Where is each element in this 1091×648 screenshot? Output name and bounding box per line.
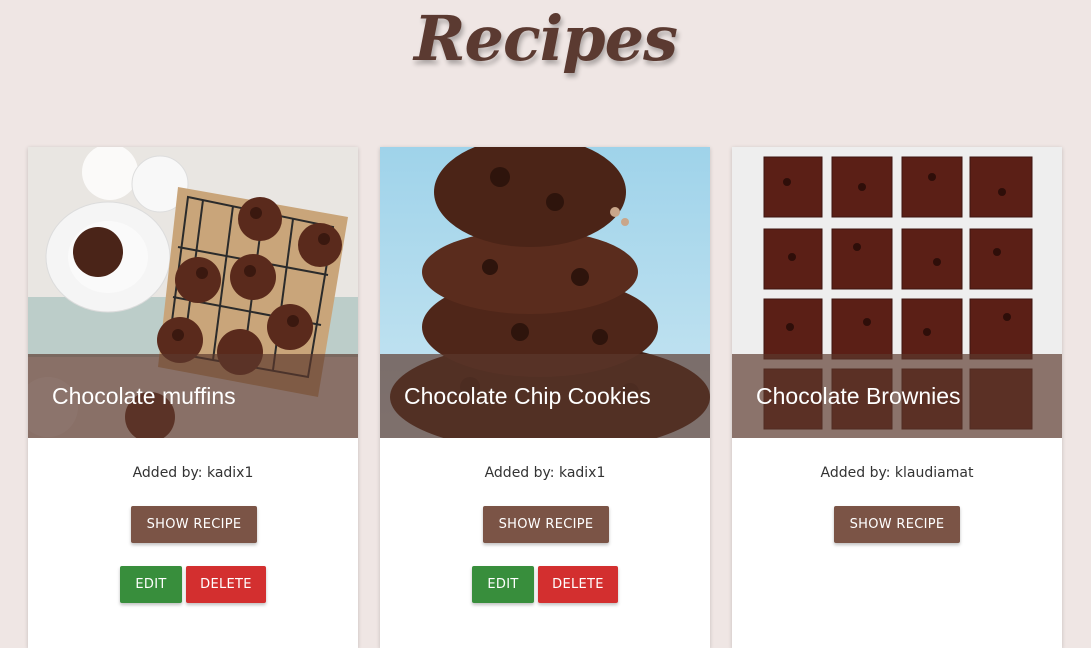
- recipe-title: Chocolate Chip Cookies: [404, 383, 651, 409]
- added-by-text: Added by: kadix1: [484, 465, 606, 481]
- show-recipe-button[interactable]: SHOW RECIPE: [834, 506, 960, 543]
- recipe-card: Chocolate Chip Cookies Added by: kadix1 …: [380, 147, 710, 648]
- recipe-title: Chocolate Brownies: [756, 383, 961, 409]
- recipe-image: Chocolate Chip Cookies: [380, 147, 710, 438]
- show-recipe-button[interactable]: SHOW RECIPE: [483, 506, 609, 543]
- recipe-image: Chocolate muffins: [28, 147, 358, 438]
- added-by-text: Added by: klaudiamat: [820, 465, 974, 481]
- delete-button[interactable]: DELETE: [538, 566, 618, 603]
- show-recipe-button[interactable]: SHOW RECIPE: [131, 506, 257, 543]
- recipe-title: Chocolate muffins: [52, 383, 236, 409]
- added-by-text: Added by: kadix1: [132, 465, 254, 481]
- delete-button[interactable]: DELETE: [186, 566, 266, 603]
- page-title: Recipes: [414, 2, 678, 75]
- recipe-card: Chocolate muffins Added by: kadix1 SHOW …: [28, 147, 358, 648]
- edit-button[interactable]: EDIT: [120, 566, 182, 603]
- recipe-card: Chocolate Brownies Added by: klaudiamat …: [732, 147, 1062, 648]
- recipe-image: Chocolate Brownies: [732, 147, 1062, 438]
- edit-button[interactable]: EDIT: [472, 566, 534, 603]
